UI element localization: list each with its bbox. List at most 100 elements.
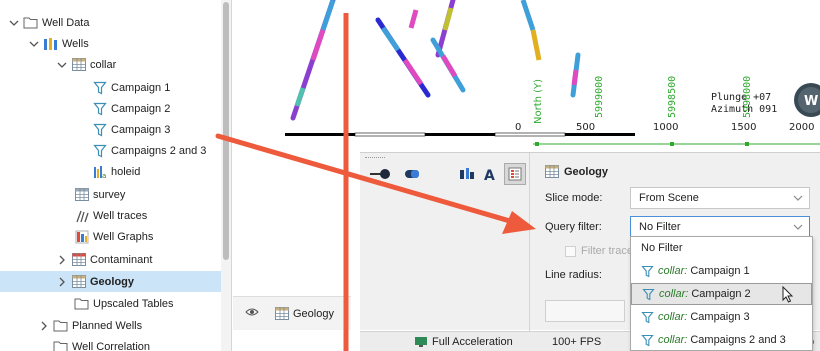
- slice-mode-value: From Scene: [639, 192, 699, 204]
- option-name: Campaigns 2 and 3: [690, 334, 786, 346]
- filter-icon: [642, 288, 655, 301]
- table-icon: [71, 57, 86, 72]
- chevron-right-icon[interactable]: [56, 276, 68, 288]
- panel-action-button[interactable]: [545, 300, 625, 322]
- tree-item-label: Campaign 1: [111, 81, 171, 94]
- filter-icon: [92, 101, 107, 116]
- north-axis-label: North (Y): [533, 79, 544, 124]
- chevron-right-icon[interactable]: [56, 254, 68, 266]
- tree-item-upscaled-tables[interactable]: Upscaled Tables: [74, 293, 174, 314]
- query-filter-option-hovered[interactable]: collar: Campaign 2: [631, 283, 812, 305]
- scene-view[interactable]: W Plunge +07 Azimuth 091 0 500 1000 1500…: [233, 0, 820, 150]
- tree-item-wells[interactable]: Wells: [28, 33, 89, 54]
- tree-item-campaign-1[interactable]: Campaign 1: [92, 77, 170, 98]
- slice-mode-label: Slice mode:: [545, 192, 603, 204]
- compass-widget[interactable]: W: [794, 83, 820, 117]
- chevron-down-icon[interactable]: [28, 38, 40, 50]
- tree-item-survey[interactable]: survey: [74, 184, 125, 205]
- fps-status: 100+ FPS: [552, 336, 602, 348]
- option-table: collar:: [659, 288, 689, 300]
- legend-button[interactable]: [504, 163, 526, 185]
- tree-item-label: collar: [90, 58, 117, 71]
- tree-item-campaign-3[interactable]: Campaign 3: [92, 119, 170, 140]
- tree-item-label: survey: [93, 188, 126, 201]
- chevron-down-icon: [793, 193, 803, 206]
- query-filter-label: Query filter:: [545, 221, 602, 233]
- table-icon: [275, 307, 289, 320]
- option-name: Campaign 3: [690, 311, 750, 323]
- filter-icon: [92, 143, 107, 158]
- display-lines-button[interactable]: [368, 163, 394, 185]
- scene-canvas[interactable]: W Plunge +07 Azimuth 091 0 500 1000 1500…: [233, 0, 820, 150]
- tree-item-label: holeid: [111, 165, 141, 178]
- tree-item-campaigns-2-and-3[interactable]: Campaigns 2 and 3: [92, 140, 206, 161]
- line-radius-label: Line radius:: [545, 269, 602, 281]
- display-tubes-button[interactable]: [400, 163, 424, 185]
- option-name: Campaign 1: [690, 265, 750, 277]
- display-bars-button[interactable]: [456, 163, 478, 185]
- tree-item-well-correlation[interactable]: Well Correlation: [53, 336, 150, 351]
- table-icon: [71, 274, 86, 289]
- slice-mode-select[interactable]: From Scene: [630, 187, 810, 209]
- query-filter-option[interactable]: No Filter: [631, 237, 812, 259]
- query-filter-option[interactable]: collar: Campaigns 2 and 3: [631, 329, 812, 351]
- chevron-down-icon[interactable]: [8, 17, 20, 29]
- tree-item-collar[interactable]: collar: [56, 54, 116, 75]
- grid-label: 5999000: [594, 76, 605, 118]
- tree-item-label: Geology: [90, 275, 135, 288]
- chevron-down-icon[interactable]: [56, 59, 68, 71]
- tree-item-label: Well Graphs: [93, 230, 154, 243]
- scale-tick-label: 1000: [653, 122, 678, 133]
- tree-scrollbar[interactable]: [221, 0, 231, 351]
- well-graphs-icon: [74, 229, 89, 244]
- query-filter-option[interactable]: collar: Campaign 3: [631, 306, 812, 328]
- tree-item-planned-wells[interactable]: Planned Wells: [38, 315, 142, 336]
- holeid-icon: a: [92, 164, 107, 179]
- filter-icon: [92, 122, 107, 137]
- wells-icon: [43, 36, 58, 51]
- option-table: collar:: [658, 265, 688, 277]
- eye-icon[interactable]: [245, 307, 259, 320]
- well-traces-icon: [74, 208, 89, 223]
- query-filter-dropdown: No Filter collar: Campaign 1 collar: Cam…: [630, 236, 813, 351]
- scene-object-label[interactable]: Geology: [293, 308, 334, 320]
- chevron-right-icon[interactable]: [38, 320, 50, 332]
- tree-item-label: Upscaled Tables: [93, 297, 174, 310]
- filter-icon: [641, 265, 654, 278]
- query-filter-select[interactable]: No Filter: [630, 216, 810, 238]
- tree-item-label: Well traces: [93, 209, 148, 222]
- scene-objects-bar: Geology: [233, 296, 351, 330]
- tree-item-contaminant[interactable]: Contaminant: [56, 249, 152, 270]
- query-filter-option[interactable]: collar: Campaign 1: [631, 260, 812, 282]
- panel-title-text: Geology: [564, 165, 609, 178]
- option-table: collar:: [658, 311, 688, 323]
- tree-item-holeid[interactable]: a holeid: [92, 161, 140, 182]
- option-name: Campaign 2: [691, 288, 751, 300]
- tree-item-label: Wells: [62, 37, 89, 50]
- filter-icon: [641, 334, 654, 347]
- option-name: No Filter: [641, 242, 683, 254]
- filter-traces-checkbox[interactable]: [565, 246, 576, 257]
- tree-item-label: Campaigns 2 and 3: [111, 144, 207, 157]
- table-icon: [74, 187, 89, 202]
- panel-grip[interactable]: [365, 157, 385, 159]
- text-labels-button[interactable]: A: [480, 163, 502, 185]
- filter-traces-label: Filter trace: [581, 245, 633, 257]
- folder-icon: [74, 296, 89, 311]
- scale-tick-label: 0: [515, 122, 521, 133]
- tree-item-well-data[interactable]: Well Data: [8, 12, 89, 33]
- filter-icon: [92, 80, 107, 95]
- tree-item-label: Contaminant: [90, 253, 153, 266]
- tree-item-label: Well Correlation: [72, 340, 151, 351]
- svg-text:A: A: [484, 168, 495, 181]
- tree-item-geology[interactable]: Geology: [0, 271, 221, 292]
- scale-tick-label: 1500: [731, 122, 756, 133]
- tree-item-well-graphs[interactable]: Well Graphs: [74, 226, 153, 247]
- panel-title: Geology: [545, 165, 608, 178]
- query-filter-value: No Filter: [639, 221, 681, 233]
- tree-item-well-traces[interactable]: Well traces: [74, 205, 147, 226]
- tree-item-campaign-2[interactable]: Campaign 2: [92, 98, 170, 119]
- interval-table-icon: [71, 252, 86, 267]
- tree-item-label: Campaign 2: [111, 102, 171, 115]
- scrollbar-thumb[interactable]: [223, 2, 229, 260]
